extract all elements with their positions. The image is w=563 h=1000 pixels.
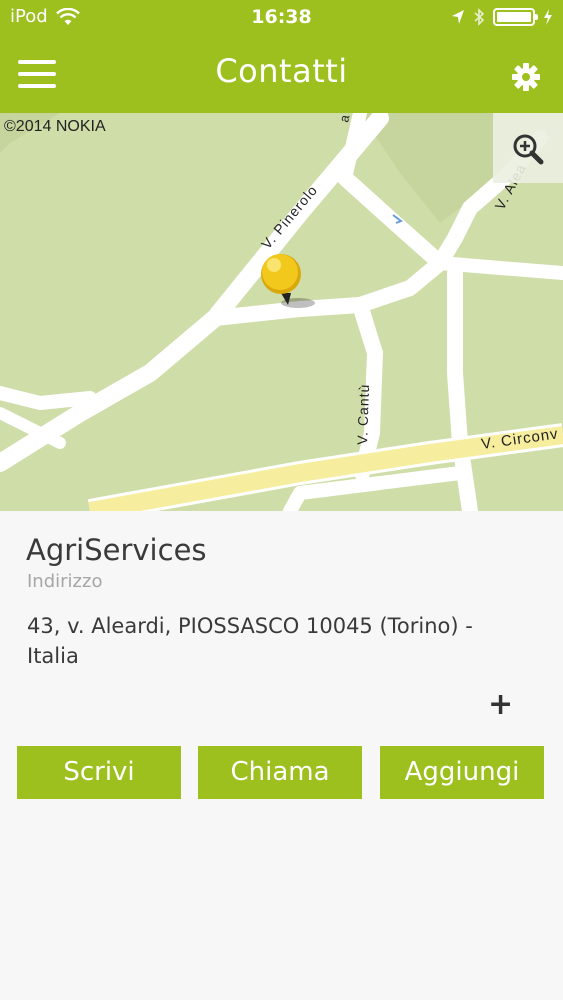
map-view[interactable]: V. Pinerolo V. Cantù V. Circonv V. Alea …: [0, 113, 563, 511]
gear-icon[interactable]: [511, 62, 541, 92]
company-name: AgriServices: [26, 533, 207, 567]
nav-bar: Contatti: [0, 36, 563, 113]
call-button[interactable]: Chiama: [198, 746, 362, 799]
map-credit: ©2014 NOKIA: [4, 118, 106, 135]
status-bar: iPod 16:38: [0, 0, 563, 36]
charging-icon: [544, 9, 552, 25]
battery-level: [497, 12, 531, 22]
write-button[interactable]: Scrivi: [17, 746, 181, 799]
bluetooth-icon: [474, 8, 485, 26]
expand-plus-button[interactable]: +: [488, 687, 513, 722]
action-buttons: Scrivi Chiama Aggiungi: [17, 746, 544, 799]
battery-icon: [493, 8, 538, 26]
location-arrow-icon: [452, 10, 464, 24]
address-label: Indirizzo: [27, 571, 103, 592]
page-title: Contatti: [215, 52, 348, 90]
status-right: [451, 8, 553, 26]
map-canvas: V. Pinerolo V. Cantù V. Circonv V. Alea …: [0, 113, 563, 511]
address-text: 43, v. Aleardi, PIOSSASCO 10045 (Torino)…: [27, 614, 473, 668]
zoom-in-icon: [513, 134, 544, 165]
contact-info-panel: AgriServices Indirizzo 43, v. Aleardi, P…: [0, 511, 563, 1000]
zoom-in-button[interactable]: [493, 113, 563, 183]
street-label-cantu: V. Cantù: [354, 383, 372, 445]
add-button[interactable]: Aggiungi: [380, 746, 544, 799]
